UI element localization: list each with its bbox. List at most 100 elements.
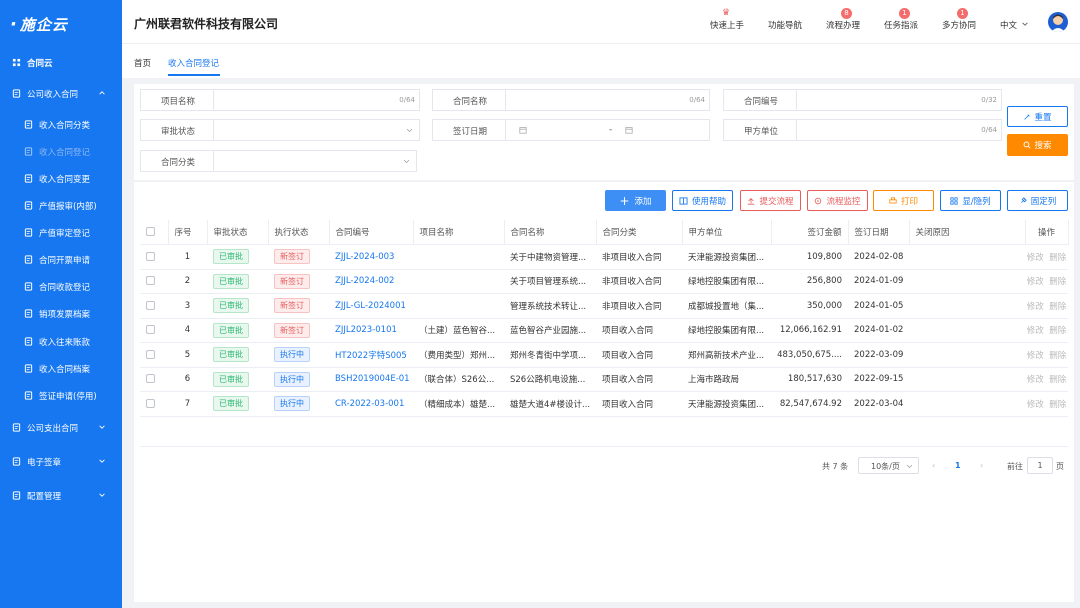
actions-cell: 修改 删除 bbox=[1025, 391, 1068, 417]
sidebar-item-14[interactable]: 电子签章 bbox=[0, 448, 122, 475]
exec-status-cell: 新签订 bbox=[268, 269, 329, 294]
sidebar-item-9[interactable]: 销项发票档案 bbox=[0, 300, 122, 327]
row-checkbox[interactable] bbox=[140, 244, 168, 270]
table-row[interactable]: 6 已审批 执行中 BSH2019004E-01 （联合体）S26公... S26公路机电… bbox=[140, 367, 1068, 392]
language-select[interactable]: 中文 bbox=[1000, 19, 1029, 31]
process-link[interactable]: 流程办理 8 bbox=[826, 8, 860, 31]
contract-code-link[interactable]: BSH2019004E-01 bbox=[329, 367, 413, 392]
sidebar-item-6[interactable]: 产值审定登记 bbox=[0, 219, 122, 246]
actions-cell: 修改 删除 bbox=[1025, 269, 1068, 294]
table-row[interactable]: 3 已审批 新签订 ZJJL-GL-2024001 管理系统技术转让... 非项目收入合同… bbox=[140, 293, 1068, 319]
quick-start-link[interactable]: 快速上手 ♛ bbox=[710, 8, 744, 31]
contract-code-link[interactable]: HT2022字特S005 bbox=[329, 342, 413, 368]
party-a-field[interactable]: 甲方单位 0/64 bbox=[723, 119, 1002, 141]
help-button[interactable]: 使用帮助 bbox=[672, 190, 733, 211]
sidebar-item-4[interactable]: 收入合同变更 bbox=[0, 165, 122, 192]
sidebar-item-3[interactable]: 收入合同登记 bbox=[0, 138, 122, 165]
row-checkbox[interactable] bbox=[140, 342, 168, 368]
sign-date-range[interactable]: 签订日期 - bbox=[432, 119, 710, 141]
contract-no-field[interactable]: 合同编号 0/32 bbox=[723, 89, 1002, 111]
table-row[interactable]: 4 已审批 新签订 ZJJL2023-0101 （土建）蓝色智谷... 蓝色智谷产业园施.… bbox=[140, 318, 1068, 343]
sidebar-item-0[interactable]: 合同云 bbox=[0, 49, 122, 76]
flow-monitor-button[interactable]: 流程监控 bbox=[807, 190, 868, 211]
tab-home[interactable]: 首页 bbox=[134, 57, 151, 69]
search-button[interactable]: 搜索 bbox=[1007, 134, 1068, 156]
contract-name-field[interactable]: 合同名称 0/64 bbox=[432, 89, 710, 111]
sidebar-item-10[interactable]: 收入往来账款 bbox=[0, 328, 122, 355]
contract-code-link[interactable]: ZJJL2023-0101 bbox=[329, 318, 413, 343]
delete-link[interactable]: 删除 bbox=[1049, 400, 1066, 410]
contract-category-select[interactable]: 合同分类 bbox=[140, 150, 417, 172]
table-row[interactable]: 2 已审批 新签订 ZJJL-2024-002 关于项目管理系统... 非项目收入合同 绿地… bbox=[140, 269, 1068, 294]
amount-cell: 256,800 bbox=[771, 269, 848, 294]
upload-icon bbox=[748, 197, 755, 205]
reset-button[interactable]: 重置 bbox=[1007, 106, 1068, 127]
edit-link[interactable]: 修改 bbox=[1027, 253, 1044, 263]
sign-date-label: 签订日期 bbox=[453, 127, 488, 137]
next-page-button[interactable]: › bbox=[980, 461, 983, 470]
function-nav-link[interactable]: 功能导航 bbox=[768, 19, 802, 31]
delete-link[interactable]: 删除 bbox=[1049, 302, 1066, 312]
edit-link[interactable]: 修改 bbox=[1027, 375, 1044, 385]
sidebar-item-13[interactable]: 公司支出合同 bbox=[0, 414, 122, 441]
delete-link[interactable]: 删除 bbox=[1049, 375, 1066, 385]
edit-link[interactable]: 修改 bbox=[1027, 302, 1044, 312]
table-row[interactable]: 7 已审批 执行中 CR-2022-03-001 （精细成本）雄楚... 雄楚大道4#楼设… bbox=[140, 391, 1068, 417]
sidebar-item-label: 合同开票申请 bbox=[39, 255, 91, 266]
task-badge: 1 bbox=[899, 8, 911, 19]
collaboration-link[interactable]: 多方协同 1 bbox=[942, 8, 976, 31]
approval-status-select[interactable]: 审批状态 bbox=[140, 119, 420, 141]
contract-code-link[interactable]: ZJJL-2024-003 bbox=[329, 244, 413, 270]
visa-icon bbox=[24, 391, 33, 400]
fix-columns-button[interactable]: 固定列 bbox=[1007, 190, 1068, 211]
current-page[interactable]: 1 bbox=[955, 461, 961, 470]
row-no: 6 bbox=[168, 367, 207, 392]
avatar[interactable] bbox=[1048, 12, 1068, 32]
sidebar-item-5[interactable]: 产值报审(内部) bbox=[0, 192, 122, 219]
edit-link[interactable]: 修改 bbox=[1027, 400, 1044, 410]
project-name-field[interactable]: 项目名称 0/64 bbox=[140, 89, 420, 111]
date-cell: 2024-01-05 bbox=[848, 293, 909, 319]
goto-page-input[interactable]: 1 bbox=[1027, 457, 1053, 474]
sidebar-item-1[interactable]: 公司收入合同 bbox=[0, 80, 122, 107]
row-checkbox[interactable] bbox=[140, 293, 168, 319]
sidebar-item-12[interactable]: 签证申请(停用) bbox=[0, 382, 122, 409]
row-checkbox[interactable] bbox=[140, 391, 168, 417]
table-row[interactable]: 5 已审批 执行中 HT2022字特S005 （费用类型）郑州... 郑州冬青街中学项..… bbox=[140, 342, 1068, 368]
contract-code-link[interactable]: ZJJL-2024-002 bbox=[329, 269, 413, 294]
delete-link[interactable]: 删除 bbox=[1049, 277, 1066, 287]
add-button[interactable]: + 添加 bbox=[605, 190, 666, 211]
sidebar-item-11[interactable]: 收入合同档案 bbox=[0, 355, 122, 382]
doc-icon bbox=[12, 89, 21, 98]
sidebar-item-label: 收入合同档案 bbox=[39, 364, 91, 375]
show-hide-columns-button[interactable]: 显/隐列 bbox=[940, 190, 1001, 211]
contract-code-link[interactable]: CR-2022-03-001 bbox=[329, 391, 413, 417]
contract-name-cell: 蓝色智谷产业园施... bbox=[504, 318, 596, 343]
submit-flow-button[interactable]: 提交流程 bbox=[740, 190, 801, 211]
sidebar-item-7[interactable]: 合同开票申请 bbox=[0, 246, 122, 273]
table-row[interactable]: 1 已审批 新签订 ZJJL-2024-003 关于中建物资管理... 非项目收入合同 天津… bbox=[140, 244, 1068, 270]
sidebar-item-8[interactable]: 合同收款登记 bbox=[0, 273, 122, 300]
page-size-select[interactable]: 10条/页 bbox=[858, 457, 919, 474]
crown-icon: ♛ bbox=[722, 8, 731, 18]
edit-link[interactable]: 修改 bbox=[1027, 326, 1044, 336]
delete-link[interactable]: 删除 bbox=[1049, 253, 1066, 263]
select-all-checkbox-cell[interactable] bbox=[140, 220, 169, 245]
date-separator: - bbox=[609, 125, 613, 135]
edit-link[interactable]: 修改 bbox=[1027, 277, 1044, 287]
prev-page-button[interactable]: ‹ bbox=[932, 461, 935, 470]
row-checkbox[interactable] bbox=[140, 269, 168, 294]
sidebar-item-15[interactable]: 配置管理 bbox=[0, 482, 122, 509]
delete-link[interactable]: 删除 bbox=[1049, 326, 1066, 336]
tab-income-contract-register[interactable]: 收入合同登记 bbox=[168, 57, 219, 69]
row-checkbox[interactable] bbox=[140, 318, 168, 343]
edit-link[interactable]: 修改 bbox=[1027, 351, 1044, 361]
contract-code-link[interactable]: ZJJL-GL-2024001 bbox=[329, 293, 413, 319]
task-assign-link[interactable]: 任务指派 1 bbox=[884, 8, 918, 31]
delete-link[interactable]: 删除 bbox=[1049, 351, 1066, 361]
table-header-row: 序号 审批状态 执行状态 合同编号 项目名称 合同名称 合同分类 甲方单位 签订… bbox=[140, 220, 1069, 245]
sidebar-item-2[interactable]: 收入合同分类 bbox=[0, 111, 122, 138]
print-button[interactable]: 打印 bbox=[873, 190, 934, 211]
row-checkbox[interactable] bbox=[140, 367, 168, 392]
chevron-down-icon bbox=[99, 493, 105, 497]
